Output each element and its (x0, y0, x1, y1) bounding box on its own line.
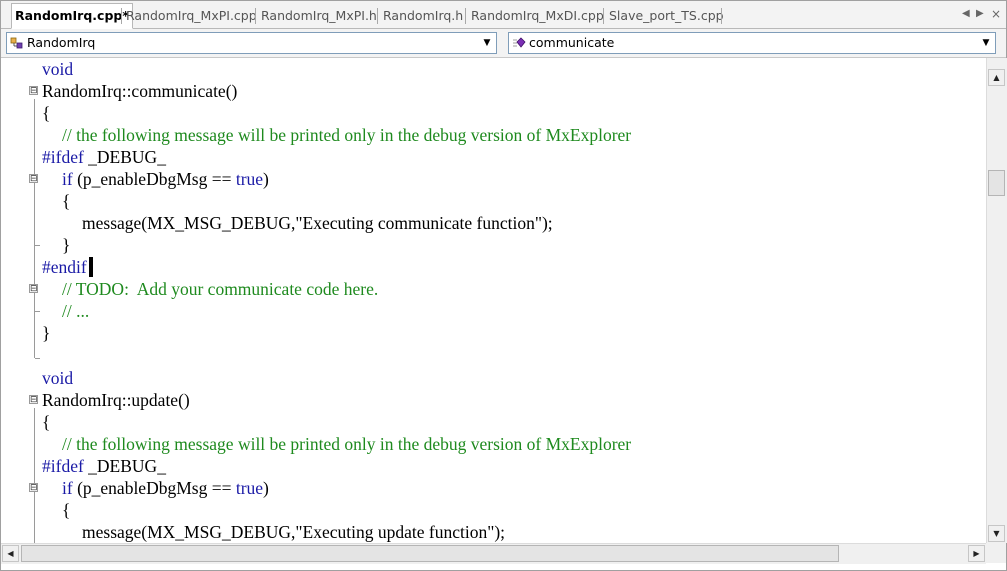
horizontal-scrollbar[interactable]: ◀ ▶ (1, 543, 986, 564)
scroll-left-icon[interactable]: ◀ (2, 545, 19, 562)
preprocessor-directive: #ifdef (42, 147, 84, 167)
code-line[interactable]: if (p_enableDbgMsg == true) (62, 477, 269, 499)
code-comment[interactable]: // the following message will be printed… (62, 433, 631, 455)
code-comment[interactable]: // TODO: Add your communicate code here. (62, 278, 378, 300)
method-icon (513, 37, 526, 48)
collapse-icon[interactable]: ⊟ (29, 174, 38, 184)
code-line[interactable]: } (42, 322, 50, 344)
close-icon[interactable]: × (991, 6, 1001, 22)
code-line[interactable]: RandomIrq::update() (42, 389, 190, 411)
outline-end-tick (35, 311, 40, 312)
preprocessor-directive: #ifdef (42, 456, 84, 476)
triangle-left-icon[interactable]: ◀ (962, 6, 970, 22)
scroll-right-icon[interactable]: ▶ (968, 545, 985, 562)
collapse-icon[interactable]: ⊟ (29, 86, 38, 96)
code-line[interactable]: { (62, 499, 70, 521)
class-dropdown[interactable]: RandomIrq ▼ (6, 32, 497, 54)
code-text: (p_enableDbgMsg == (72, 169, 236, 189)
navigation-bar: RandomIrq ▼ communicate ▼ (1, 29, 1006, 58)
tab-randomirq-mxdi-cpp[interactable]: RandomIrq_MxDI.cpp (471, 6, 604, 26)
keyword: if (62, 169, 73, 189)
scroll-down-icon[interactable]: ▼ (988, 525, 1005, 542)
triangle-right-icon[interactable]: ▶ (976, 6, 984, 22)
tab-separator (603, 8, 604, 24)
macro-name: _DEBUG_ (83, 456, 166, 476)
keyword: if (62, 478, 73, 498)
member-dropdown[interactable]: communicate ▼ (508, 32, 996, 54)
tab-separator (465, 8, 466, 24)
tab-separator (121, 8, 122, 24)
code-line[interactable]: { (42, 411, 50, 433)
collapse-icon[interactable]: ⊟ (29, 284, 38, 294)
tab-separator (255, 8, 256, 24)
vertical-scroll-thumb[interactable] (988, 170, 1005, 196)
code-line[interactable]: RandomIrq::communicate() (42, 80, 237, 102)
tab-randomirq-mxpi-h[interactable]: RandomIrq_MxPI.h (261, 6, 377, 26)
text-caret (89, 257, 93, 277)
member-dropdown-value: communicate (529, 35, 615, 50)
code-line[interactable]: { (62, 190, 70, 212)
tab-randomirq-mxpi-cpp[interactable]: RandomIrq_MxPI.cpp (126, 6, 257, 26)
collapse-icon[interactable]: ⊟ (29, 395, 38, 405)
tab-slave-port-ts-cpp[interactable]: Slave_port_TS.cpp (609, 6, 724, 26)
code-line[interactable]: } (62, 234, 70, 256)
horizontal-scroll-thumb[interactable] (21, 545, 839, 562)
scrollbar-corner (986, 543, 1006, 563)
code-text: ) (263, 169, 269, 189)
code-comment[interactable]: // ... (62, 300, 89, 322)
preprocessor-directive[interactable]: #endif (42, 256, 87, 278)
code-line[interactable]: { (42, 102, 50, 124)
vertical-scrollbar[interactable]: ▲ ▼ (986, 58, 1007, 543)
keyword: true (235, 169, 264, 189)
chevron-down-icon[interactable]: ▼ (479, 34, 495, 52)
code-editor[interactable]: ⊟ ⊟ ⊟ ⊟ ⊟ void RandomIrq::communicate() … (1, 58, 986, 543)
code-line[interactable]: if (p_enableDbgMsg == true) (62, 168, 269, 190)
code-comment[interactable]: // the following message will be printed… (62, 124, 631, 146)
code-line[interactable]: void (42, 58, 73, 80)
editor-window: RandomIrq.cpp* RandomIrq_MxPI.cpp Random… (0, 0, 1007, 571)
code-text: (p_enableDbgMsg == (72, 478, 236, 498)
chevron-down-icon[interactable]: ▼ (978, 34, 994, 52)
tab-randomirq-cpp[interactable]: RandomIrq.cpp* (11, 3, 133, 29)
tab-separator (377, 8, 378, 24)
outline-end-tick (35, 358, 40, 359)
outline-line (34, 408, 35, 543)
collapse-icon[interactable]: ⊟ (29, 483, 38, 493)
outline-line (34, 99, 35, 358)
class-dropdown-value: RandomIrq (27, 35, 96, 50)
tab-randomirq-h[interactable]: RandomIrq.h (383, 6, 463, 26)
code-text: ) (263, 478, 269, 498)
scroll-up-icon[interactable]: ▲ (988, 69, 1005, 86)
code-line[interactable]: void (42, 367, 73, 389)
tab-separator (721, 8, 722, 24)
code-line[interactable]: message(MX_MSG_DEBUG,"Executing update f… (82, 521, 505, 543)
class-icon (10, 37, 23, 49)
keyword: true (235, 478, 264, 498)
code-line[interactable]: #ifdef _DEBUG_ (42, 146, 166, 168)
outline-end-tick (35, 245, 40, 246)
macro-name: _DEBUG_ (83, 147, 166, 167)
document-tab-strip: RandomIrq.cpp* RandomIrq_MxPI.cpp Random… (1, 1, 1006, 29)
code-line[interactable]: #ifdef _DEBUG_ (42, 455, 166, 477)
code-line[interactable]: message(MX_MSG_DEBUG,"Executing communic… (82, 212, 553, 234)
